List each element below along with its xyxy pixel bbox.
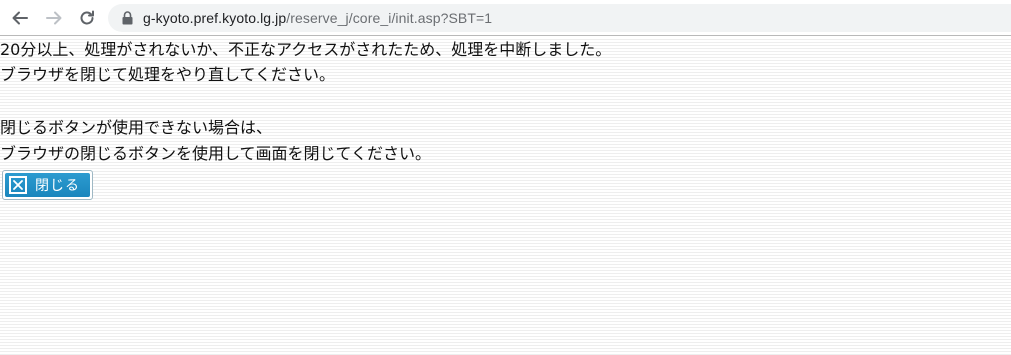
- instruction-line-1: 閉じるボタンが使用できない場合は、: [0, 118, 273, 137]
- forward-button[interactable]: [42, 6, 66, 30]
- browser-toolbar: g-kyoto.pref.kyoto.lg.jp/reserve_j/core_…: [0, 0, 1011, 36]
- reload-button[interactable]: [75, 6, 99, 30]
- url-host: g-kyoto.pref.kyoto.lg.jp: [143, 10, 287, 26]
- reload-icon: [80, 10, 94, 25]
- lock-icon[interactable]: [120, 10, 134, 26]
- back-arrow-icon: [12, 11, 28, 25]
- close-button-label: 閉じる: [35, 178, 80, 194]
- close-button-face: 閉じる: [5, 173, 90, 197]
- instruction-line-2: ブラウザの閉じるボタンを使用して画面を閉じてください。: [0, 144, 432, 163]
- url-path: /reserve_j/core_i/init.asp?SBT=1: [286, 10, 493, 26]
- page-content: 20分以上、処理がされないか、不正なアクセスがされたため、処理を中断しました。 …: [0, 37, 1011, 355]
- close-button[interactable]: 閉じる: [2, 170, 93, 200]
- forward-arrow-icon: [46, 11, 62, 25]
- close-x-icon: [9, 176, 27, 194]
- address-bar[interactable]: g-kyoto.pref.kyoto.lg.jp/reserve_j/core_…: [108, 4, 1011, 32]
- url-text[interactable]: g-kyoto.pref.kyoto.lg.jp/reserve_j/core_…: [143, 10, 492, 26]
- back-button[interactable]: [8, 6, 32, 30]
- timeout-message-line-1: 20分以上、処理がされないか、不正なアクセスがされたため、処理を中断しました。: [0, 40, 612, 59]
- timeout-message-line-2: ブラウザを閉じて処理をやり直してください。: [0, 65, 336, 84]
